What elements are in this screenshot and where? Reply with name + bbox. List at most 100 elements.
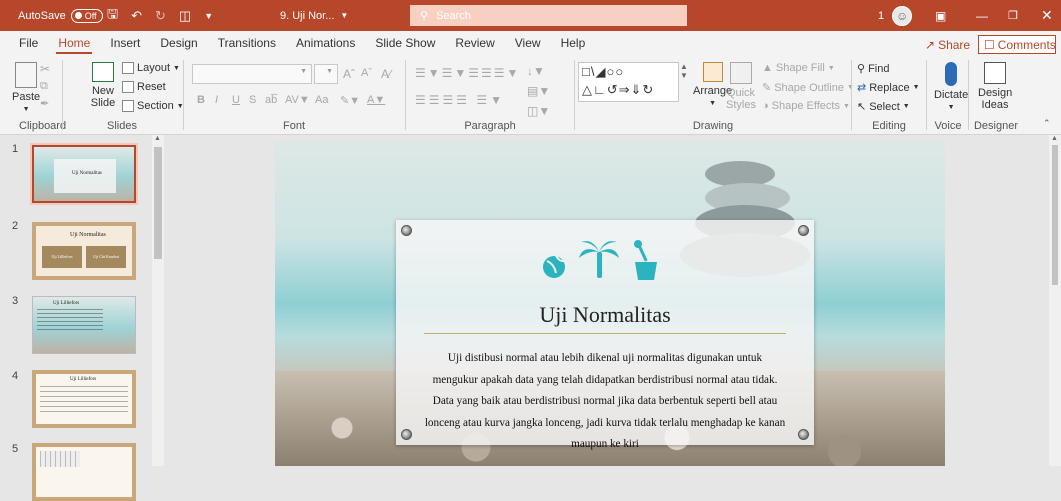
thumbnail-scrollbar[interactable]: ▲ — [152, 135, 164, 466]
find-button[interactable]: ⚲ Find — [857, 62, 890, 76]
tab-animations[interactable]: Animations — [286, 31, 365, 56]
italic-button[interactable]: I — [215, 94, 218, 106]
shape-effects-button[interactable]: ◑ Shape Effects ▼ — [762, 100, 850, 112]
tab-slide-show[interactable]: Slide Show — [365, 31, 445, 56]
find-label: Find — [868, 62, 890, 75]
autosave-toggle[interactable]: Off — [70, 8, 103, 23]
tab-view[interactable]: View — [505, 31, 551, 56]
redo-icon[interactable]: ↻ — [155, 8, 166, 24]
account-area[interactable]: 1 ☺ — [878, 0, 913, 31]
share-button[interactable]: ↗ Share — [920, 35, 975, 54]
smartart-icon[interactable]: ◫▼ — [527, 104, 550, 118]
strikethrough-alt-icon[interactable]: ab̅ — [265, 94, 277, 106]
shapes-gallery[interactable]: □\◢○○ △∟↺⇒⇓↻ — [578, 62, 679, 102]
clear-format-icon[interactable]: A∕ — [381, 67, 391, 81]
section-icon — [122, 100, 134, 112]
slide-thumbnail-4[interactable]: Uji Lilliefors — [32, 370, 136, 428]
font-name-combo[interactable]: ▼ — [192, 64, 312, 84]
quick-styles-button[interactable]: Quick Styles — [725, 62, 757, 111]
customize-qat-icon[interactable]: ▼ — [204, 11, 213, 21]
slide-thumbnail-2[interactable]: Uji Normalitas Uji Lilliefors Uji Chi Ku… — [32, 222, 136, 280]
reset-button[interactable]: Reset — [122, 81, 166, 93]
shape-fill-button[interactable]: ▲ Shape Fill ▼ — [762, 62, 835, 74]
presentation-icon[interactable]: ◫ — [179, 8, 191, 24]
highlight-icon[interactable]: ✎▼ — [340, 94, 360, 107]
restore-icon[interactable]: ❐ — [1008, 0, 1018, 31]
scroll-up-icon[interactable]: ▲ — [1051, 135, 1058, 142]
minimize-icon[interactable]: — — [976, 0, 988, 31]
autosave-control[interactable]: AutoSave Off — [18, 0, 103, 31]
content-card[interactable]: Uji Normalitas Uji distibusi normal atau… — [396, 220, 814, 450]
document-title[interactable]: 9. Uji Nor... ▼ — [280, 0, 348, 31]
chevron-down-icon: ▼ — [173, 64, 180, 72]
copy-icon[interactable]: ⧉ — [40, 80, 48, 93]
search-icon: ⚲ — [857, 63, 866, 75]
cut-icon[interactable]: ✂ — [40, 62, 50, 76]
slide-body-text[interactable]: Uji distibusi normal atau lebih dikenal … — [424, 348, 786, 456]
collapse-ribbon-icon[interactable]: ⌃ — [1043, 118, 1051, 129]
ribbon-display-options-icon[interactable]: ▣ — [935, 0, 946, 31]
design-ideas-icon — [984, 62, 1006, 84]
new-slide-label: New Slide — [90, 85, 116, 109]
slides-group: New Slide Layout ▼ Reset Section ▼ Slides — [62, 56, 184, 135]
chevron-down-icon: ▼ — [947, 104, 955, 111]
replace-button[interactable]: ⇄ Replace ▼ — [857, 81, 920, 95]
slide-thumbnail-3[interactable]: Uji Lilliefors — [32, 296, 136, 354]
quick-styles-label: Quick Styles — [726, 87, 756, 111]
tab-transitions[interactable]: Transitions — [208, 31, 286, 56]
tab-home[interactable]: Home — [48, 31, 100, 56]
tab-design[interactable]: Design — [150, 31, 207, 56]
chevron-down-icon: ▼ — [827, 64, 835, 72]
char-spacing-icon[interactable]: AV▼ — [285, 94, 310, 106]
layout-button[interactable]: Layout ▼ — [122, 62, 180, 74]
shapes-icon: □\◢○○ △∟↺⇒⇓↻ — [582, 64, 655, 97]
shape-outline-button[interactable]: ✎Shape Outline▼ — [762, 81, 854, 95]
save-icon[interactable]: 🖫 — [107, 5, 118, 27]
strikethrough-button[interactable]: S — [249, 94, 256, 106]
voice-group-label: Voice — [934, 120, 962, 132]
scroll-thumb[interactable] — [1052, 145, 1058, 285]
group-divider — [183, 60, 184, 130]
tab-file[interactable]: File — [9, 31, 48, 56]
section-button[interactable]: Section ▼ — [122, 100, 184, 112]
comments-button[interactable]: ☐ Comments — [978, 35, 1056, 54]
select-button[interactable]: ↖ Select ▼ — [857, 100, 910, 114]
search-box[interactable]: ⚲ Search — [410, 5, 687, 26]
font-size-combo[interactable]: ▼ — [314, 64, 338, 84]
new-slide-button[interactable]: New Slide — [87, 62, 119, 109]
scroll-thumb[interactable] — [154, 147, 162, 259]
avatar[interactable]: ☺ — [892, 5, 913, 26]
tab-insert[interactable]: Insert — [100, 31, 150, 56]
dictate-button[interactable]: Dictate ▼ — [934, 62, 968, 111]
underline-button[interactable]: U — [232, 94, 240, 106]
slide-canvas[interactable]: Uji Normalitas Uji distibusi normal atau… — [275, 141, 945, 466]
shapes-scroll-icon[interactable]: ▲ ▼ — [680, 62, 688, 80]
bold-button[interactable]: B — [197, 94, 205, 106]
cursor-icon: ↖ — [857, 101, 867, 113]
format-painter-icon[interactable]: ✒ — [40, 97, 49, 110]
text-direction-icon[interactable]: ↓▼ — [527, 64, 545, 78]
paste-button[interactable]: Paste ▼ — [12, 62, 40, 113]
shrink-font-icon[interactable]: Aˇ — [361, 67, 372, 79]
editor-scrollbar[interactable]: ▲ — [1049, 135, 1061, 466]
slide-thumbnail-1[interactable]: Uji Normalitas — [30, 143, 138, 205]
tab-review[interactable]: Review — [445, 31, 504, 56]
slide-title[interactable]: Uji Normalitas — [396, 302, 814, 328]
close-icon[interactable]: ✕ — [1041, 0, 1053, 31]
design-ideas-button[interactable]: Design Ideas — [978, 62, 1012, 111]
beach-ball-icon — [543, 255, 565, 278]
scroll-up-icon[interactable]: ▲ — [154, 135, 161, 142]
font-color-icon[interactable]: A▼ — [367, 94, 385, 106]
align-text-icon[interactable]: ▤▼ — [527, 84, 550, 98]
paste-label: Paste — [12, 91, 41, 103]
grow-font-icon[interactable]: Aˆ — [343, 67, 355, 81]
alignment-icons[interactable]: ☰☰☰☰ ☰▼ — [415, 93, 505, 107]
user-icon: ☺ — [895, 8, 909, 23]
bullets-icon[interactable]: ☰▼☰▼☰☰☰▼ — [415, 66, 520, 80]
undo-icon[interactable]: ↶ — [131, 8, 142, 24]
slide-number: 3 — [12, 295, 19, 307]
tab-help[interactable]: Help — [551, 31, 596, 56]
slide-thumbnail-5[interactable] — [32, 443, 136, 501]
design-ideas-label: Design Ideas — [978, 87, 1013, 111]
change-case-button[interactable]: Aa — [315, 94, 328, 106]
